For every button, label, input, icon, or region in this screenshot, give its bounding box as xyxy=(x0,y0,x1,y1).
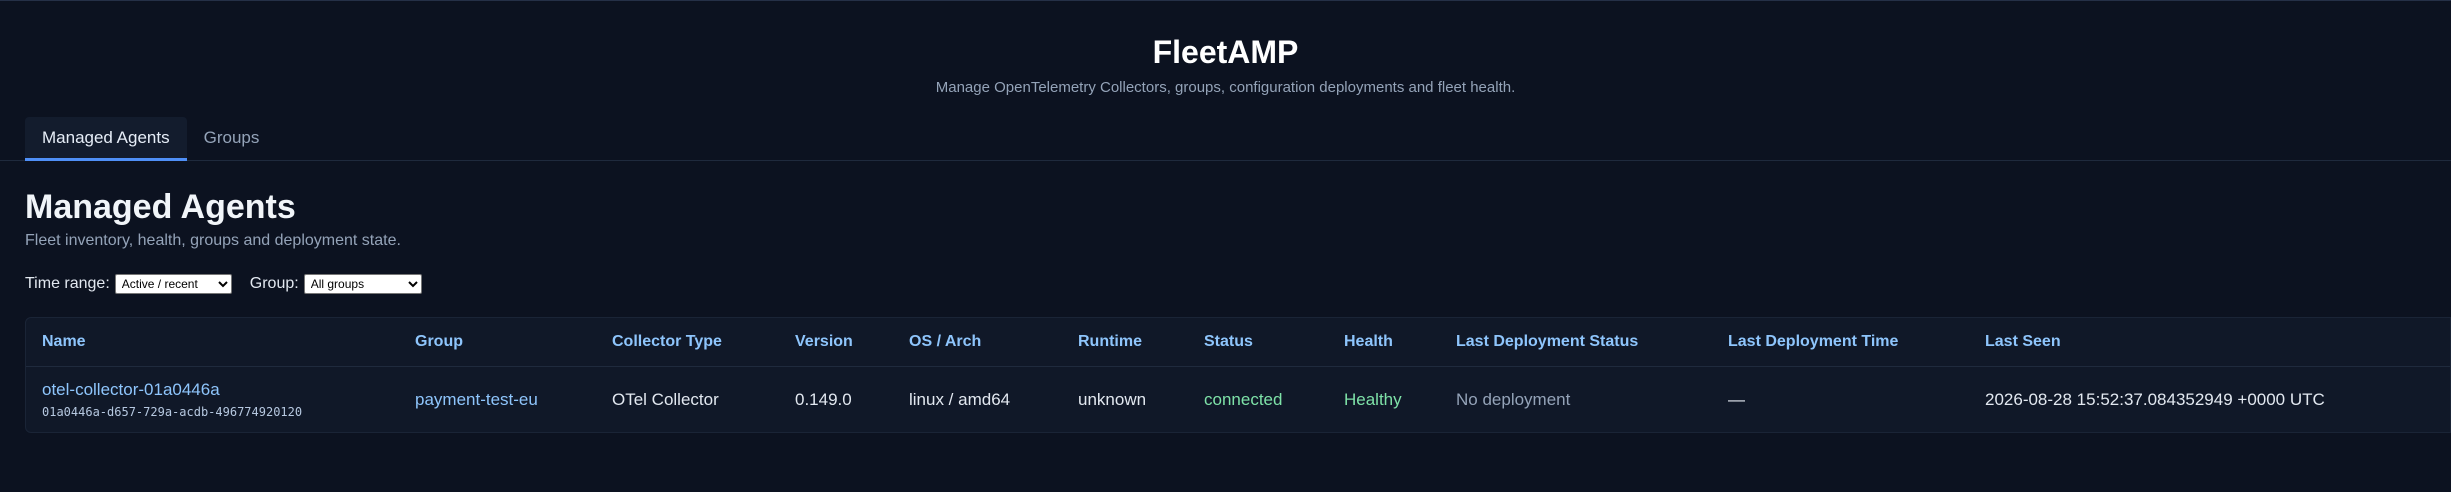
cell-version: 0.149.0 xyxy=(795,389,852,409)
agent-group-link[interactable]: payment-test-eu xyxy=(415,390,538,409)
cell-health: Healthy xyxy=(1344,389,1402,409)
managed-agents-section: Managed Agents Fleet inventory, health, … xyxy=(25,187,2451,294)
page-title: Managed Agents xyxy=(25,188,296,226)
column-header-health[interactable]: Health xyxy=(1344,318,1456,367)
column-header-collector-type[interactable]: Collector Type xyxy=(612,318,795,367)
cell-os-arch: linux / amd64 xyxy=(909,389,1011,409)
cell-collector-type: OTel Collector xyxy=(612,389,719,409)
tab-bar: Managed Agents Groups xyxy=(0,117,2451,161)
filter-bar: Time range: Active / recent Group: All g… xyxy=(25,274,2451,294)
app-subtitle: Manage OpenTelemetry Collectors, groups,… xyxy=(935,79,1516,96)
cell-last-seen: 2026-08-28 15:52:37.084352949 +0000 UTC xyxy=(1985,389,2325,409)
agent-name-link[interactable]: otel-collector-01a0446a xyxy=(42,380,415,400)
cell-last-deployment-time: — xyxy=(1728,389,1745,409)
cell-last-deployment-status: No deployment xyxy=(1456,389,1571,409)
time-range-select[interactable]: Active / recent xyxy=(114,274,232,294)
cell-runtime: unknown xyxy=(1078,389,1147,409)
page-subtitle: Fleet inventory, health, groups and depl… xyxy=(25,232,401,249)
agent-id: 01a0446a-d657-729a-acdb-496774920120 xyxy=(42,405,303,420)
tab-groups[interactable]: Groups xyxy=(187,117,277,161)
cell-status: connected xyxy=(1204,389,1283,409)
column-header-version[interactable]: Version xyxy=(795,318,909,367)
column-header-last-seen[interactable]: Last Seen xyxy=(1985,318,2450,367)
column-header-status[interactable]: Status xyxy=(1204,318,1344,367)
cell-group: payment-test-eu xyxy=(415,366,612,433)
app-title: FleetAMP xyxy=(1152,34,1299,70)
time-range-label: Time range: xyxy=(25,275,110,292)
app-header: FleetAMP Manage OpenTelemetry Collectors… xyxy=(0,1,2451,96)
column-header-last-deployment-status[interactable]: Last Deployment Status xyxy=(1456,318,1728,367)
table-row[interactable]: otel-collector-01a0446a 01a0446a-d657-72… xyxy=(26,366,2450,433)
table-header-row: Name Group Collector Type Version OS / A… xyxy=(26,318,2450,367)
agents-table-container: Name Group Collector Type Version OS / A… xyxy=(25,317,2451,433)
group-select[interactable]: All groups xyxy=(303,274,422,294)
column-header-os-arch[interactable]: OS / Arch xyxy=(909,318,1078,367)
cell-name: otel-collector-01a0446a 01a0446a-d657-72… xyxy=(26,366,415,433)
group-filter: Group: All groups xyxy=(250,274,422,294)
agents-table: Name Group Collector Type Version OS / A… xyxy=(26,318,2450,433)
tab-managed-agents[interactable]: Managed Agents xyxy=(25,117,187,161)
column-header-name[interactable]: Name xyxy=(26,318,415,367)
column-header-last-deployment-time[interactable]: Last Deployment Time xyxy=(1728,318,1985,367)
group-filter-label: Group: xyxy=(249,275,299,292)
column-header-runtime[interactable]: Runtime xyxy=(1078,318,1204,367)
column-header-group[interactable]: Group xyxy=(415,318,612,367)
